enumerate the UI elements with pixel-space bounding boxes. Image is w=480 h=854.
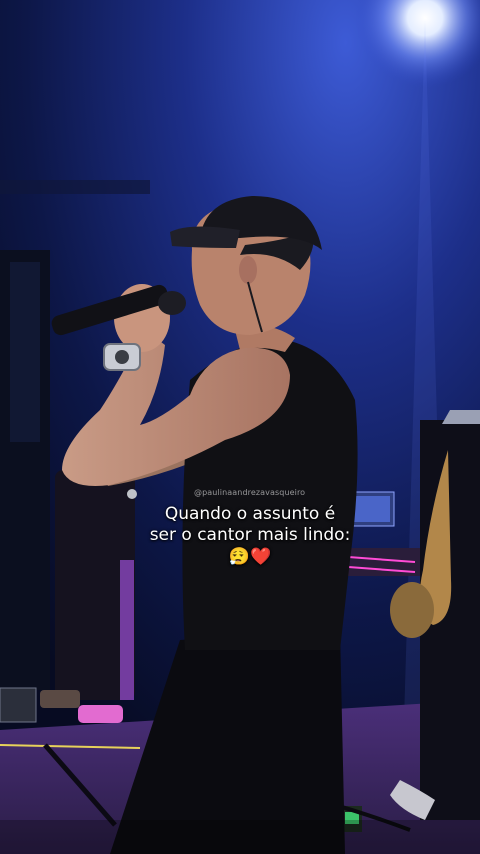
caption-emoji: 😮‍💨❤️ bbox=[228, 547, 272, 567]
floor-case bbox=[0, 687, 37, 723]
caption-overlay: Quando o assunto é ser o cantor mais lin… bbox=[120, 504, 380, 567]
watermark-handle: @paulinaandrezavasqueiro bbox=[194, 488, 306, 497]
caption-line-2: ser o cantor mais lindo: bbox=[149, 525, 351, 545]
caption-line-1: Quando o assunto é bbox=[164, 504, 336, 524]
concert-photo bbox=[0, 0, 480, 854]
